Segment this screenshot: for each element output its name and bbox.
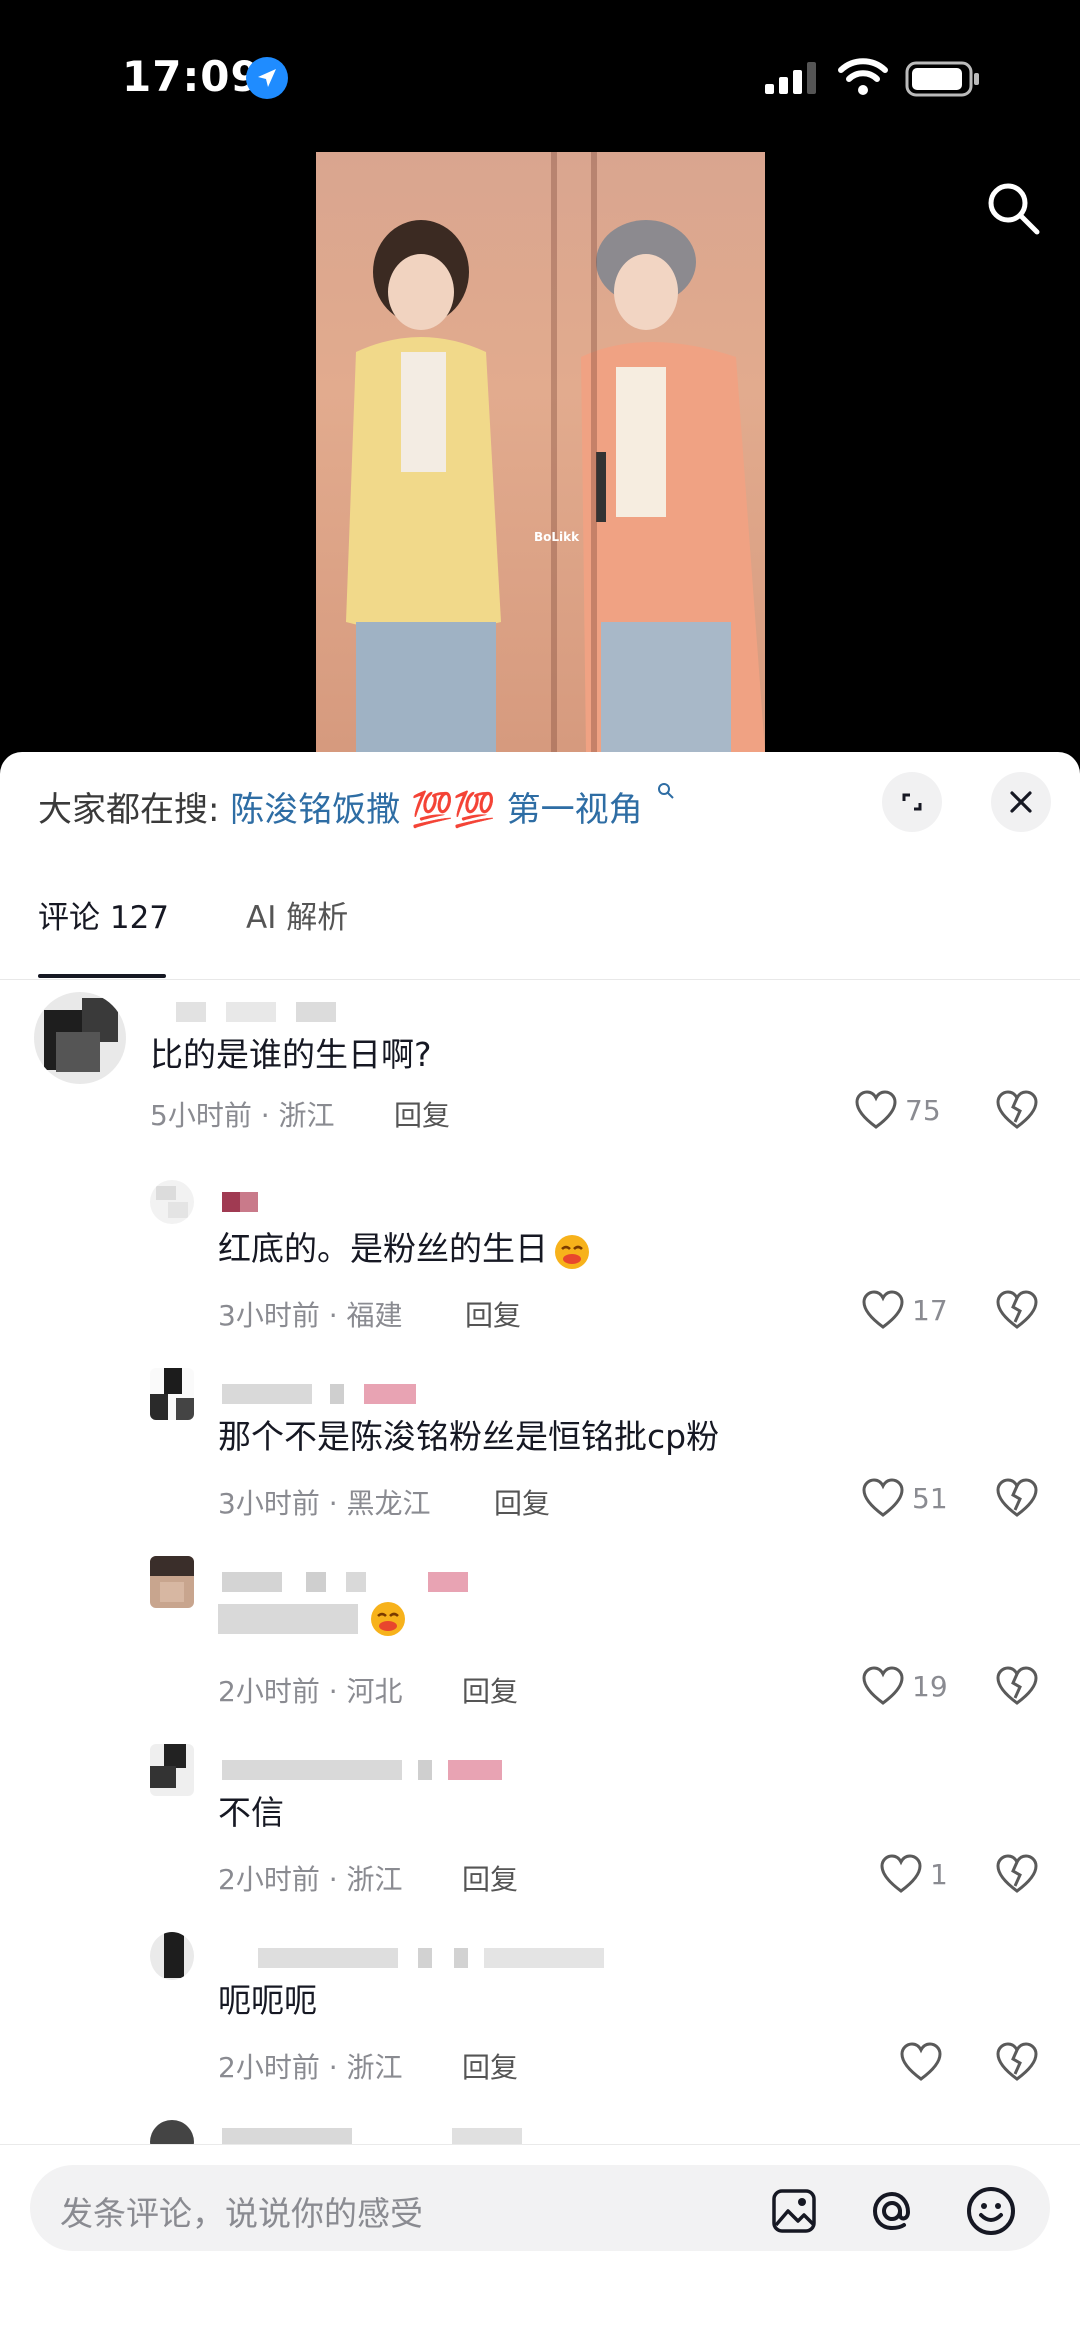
smiling-emoji-icon — [371, 1602, 405, 1636]
comment-time-location: 5小时前 · 浙江 — [150, 1099, 335, 1132]
avatar[interactable] — [150, 1556, 194, 1608]
close-icon — [1010, 791, 1032, 813]
expand-icon — [902, 793, 922, 811]
avatar[interactable] — [150, 1368, 194, 1420]
broken-heart-icon[interactable] — [996, 1854, 1038, 1894]
search-suggestion-prefix: 大家都在搜: — [38, 790, 220, 830]
expand-button[interactable] — [882, 772, 942, 832]
comment-input-bar: 发条评论，说说你的感受 — [0, 2144, 1080, 2347]
comment-text: 那个不是陈浚铭粉丝是恒铭批cp粉 — [218, 1417, 720, 1456]
comment-time-location: 3小时前 · 黑龙江 — [218, 1487, 431, 1520]
reply-button[interactable]: 回复 — [462, 1858, 518, 1898]
reply-button[interactable]: 回复 — [394, 1094, 450, 1134]
username-blurred[interactable] — [222, 1192, 262, 1216]
emoji-icon[interactable] — [965, 2185, 1017, 2237]
search-icon — [658, 783, 675, 799]
reply-button[interactable]: 回复 — [465, 1294, 521, 1334]
comment-text: 不信 — [218, 1793, 284, 1832]
video-watermark: BoLikk — [534, 530, 580, 544]
active-tab-indicator — [38, 974, 166, 978]
avatar[interactable] — [150, 1744, 194, 1796]
broken-heart-icon[interactable] — [996, 2042, 1038, 2082]
video-player[interactable]: BoLikk — [316, 152, 765, 752]
heart-icon[interactable] — [900, 2042, 942, 2082]
at-icon[interactable] — [866, 2185, 918, 2237]
heart-icon[interactable] — [880, 1854, 922, 1894]
like-count: 75 — [905, 1094, 941, 1127]
stage-pole — [551, 152, 557, 752]
heart-icon[interactable] — [862, 1478, 904, 1518]
comment-time-location: 2小时前 · 浙江 — [218, 1863, 403, 1896]
status-bar: 17:09 — [0, 0, 1080, 150]
search-icon[interactable] — [985, 180, 1041, 236]
comment-sheet: 大家都在搜: 陈浚铭饭撒 💯💯 第一视角 评论 127 AI 解析 比的是谁的生… — [0, 752, 1080, 2347]
comment-tabs: 评论 127 AI 解析 — [0, 892, 1080, 980]
close-button[interactable] — [991, 772, 1051, 832]
smiling-emoji-icon — [555, 1234, 589, 1269]
comment-text: 比的是谁的生日啊? — [150, 1035, 432, 1074]
avatar[interactable] — [34, 992, 126, 1084]
avatar[interactable] — [150, 1932, 194, 1980]
comment-text-obscured — [218, 1598, 408, 1638]
like-count: 19 — [912, 1670, 948, 1703]
wifi-icon — [838, 58, 888, 95]
heart-icon[interactable] — [862, 1666, 904, 1706]
like-count: 17 — [912, 1294, 948, 1327]
username-blurred[interactable] — [222, 1384, 422, 1408]
reply-button[interactable]: 回复 — [494, 1482, 550, 1522]
tab-ai-analysis[interactable]: AI 解析 — [246, 892, 348, 937]
comment-time-location: 2小时前 · 河北 — [218, 1675, 403, 1708]
username-blurred[interactable] — [222, 1572, 472, 1596]
comment-time-location: 2小时前 · 浙江 — [218, 2051, 403, 2084]
broken-heart-icon[interactable] — [996, 1666, 1038, 1706]
reply-button[interactable]: 回复 — [462, 2046, 518, 2086]
like-count: 1 — [930, 1858, 948, 1891]
avatar[interactable] — [150, 1180, 194, 1224]
stage-pole — [591, 152, 597, 752]
battery-icon — [905, 61, 979, 97]
signal-icon — [765, 62, 816, 94]
like-count: 51 — [912, 1482, 948, 1515]
search-suggestion[interactable]: 大家都在搜: 陈浚铭饭撒 💯💯 第一视角 — [38, 782, 675, 831]
image-icon[interactable] — [770, 2187, 818, 2235]
heart-icon[interactable] — [862, 1290, 904, 1330]
broken-heart-icon[interactable] — [996, 1290, 1038, 1330]
comment-input-placeholder: 发条评论，说说你的感受 — [60, 2194, 423, 2233]
username-blurred[interactable] — [222, 1760, 502, 1784]
broken-heart-icon[interactable] — [996, 1090, 1038, 1130]
status-time: 17:09 — [122, 52, 261, 101]
reply-button[interactable]: 回复 — [462, 1670, 518, 1710]
location-arrow-icon — [246, 57, 288, 99]
username-blurred[interactable] — [222, 1948, 612, 1972]
comment-text: 呃呃呃 — [218, 1981, 317, 2020]
comment-text-content: 红底的。是粉丝的生日 — [218, 1229, 548, 1268]
comment-time-location: 3小时前 · 福建 — [218, 1299, 403, 1332]
username-blurred[interactable] — [176, 1002, 336, 1026]
heart-icon[interactable] — [855, 1090, 897, 1130]
broken-heart-icon[interactable] — [996, 1478, 1038, 1518]
tab-comments[interactable]: 评论 127 — [38, 892, 169, 937]
comment-text: 红底的。是粉丝的生日 — [218, 1222, 592, 1271]
video-frame-image — [346, 220, 765, 752]
search-suggestion-query[interactable]: 陈浚铭饭撒 💯💯 第一视角 — [230, 790, 642, 830]
